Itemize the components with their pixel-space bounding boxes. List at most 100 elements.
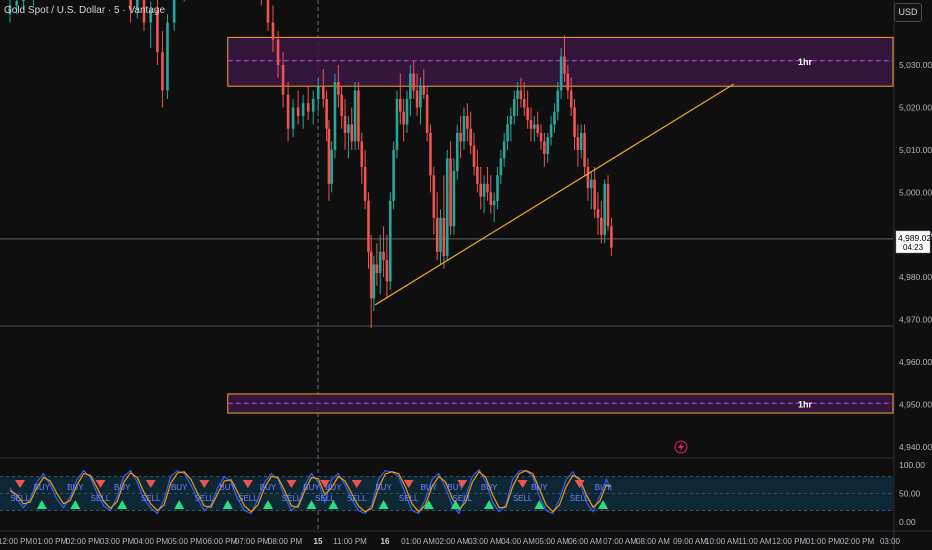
buy-signal-label: BUY bbox=[481, 483, 498, 492]
candle-body bbox=[606, 183, 610, 227]
candle-body bbox=[22, 0, 25, 2]
buy-signal-label: BUY bbox=[303, 483, 320, 492]
sell-signal-label: SELL bbox=[91, 494, 111, 503]
time-tick-label: 02:00 AM bbox=[435, 537, 469, 546]
candle-body bbox=[367, 200, 370, 252]
time-tick-label: 02:00 PM bbox=[66, 537, 101, 546]
candle-body bbox=[435, 217, 439, 252]
candle-body bbox=[330, 149, 333, 184]
buy-signal-label: BUY bbox=[34, 483, 51, 492]
candle-body bbox=[343, 115, 347, 133]
buy-signal-label: BUY bbox=[325, 483, 342, 492]
candle-body bbox=[382, 251, 385, 261]
candle-body bbox=[266, 0, 270, 23]
zone-label: 1hr bbox=[798, 399, 813, 409]
candle-body bbox=[539, 132, 543, 142]
candle-body bbox=[405, 98, 409, 125]
candle-body bbox=[360, 141, 364, 167]
candle-body bbox=[327, 128, 331, 184]
sell-signal-label: SELL bbox=[570, 494, 590, 503]
buy-signal-label: BUY bbox=[531, 483, 548, 492]
candle-body bbox=[529, 120, 533, 129]
candle-body bbox=[432, 175, 436, 218]
candle-body bbox=[559, 56, 563, 91]
chart-stage[interactable]: 1hr 1hr 5,030.00 5,020.00 5,010.00 5,000.00 4,… bbox=[0, 0, 932, 550]
candle-body bbox=[369, 251, 373, 299]
time-tick-label: 06:00 AM bbox=[568, 537, 602, 546]
candle-body bbox=[340, 94, 343, 116]
candle-body bbox=[372, 264, 376, 299]
buy-signal-label: BUY bbox=[595, 483, 612, 492]
price-tick-label: 4,980.00 bbox=[899, 272, 932, 282]
candle-body bbox=[375, 264, 379, 273]
candle-body bbox=[161, 52, 164, 91]
currency-selector[interactable]: USD bbox=[894, 3, 922, 22]
sell-signal-label: SELL bbox=[513, 494, 533, 503]
candle-body bbox=[281, 65, 285, 95]
price-tick-label: 5,000.00 bbox=[899, 187, 932, 197]
time-tick-label: 06:00 PM bbox=[203, 537, 238, 546]
candle-body bbox=[392, 149, 395, 201]
candle-body bbox=[388, 200, 392, 282]
price-tick-label: 5,020.00 bbox=[899, 102, 932, 112]
candle-body bbox=[316, 86, 320, 99]
candle-body bbox=[445, 158, 449, 256]
sell-signal-label: SELL bbox=[10, 494, 30, 503]
candle-body bbox=[455, 132, 459, 172]
candle-body bbox=[479, 183, 483, 197]
time-tick-label: 02:00 PM bbox=[840, 537, 875, 546]
candle-body bbox=[378, 251, 382, 273]
candle-body bbox=[415, 90, 419, 108]
candle-body bbox=[499, 158, 503, 176]
sell-signal-label: SELL bbox=[399, 494, 419, 503]
candle-body bbox=[422, 86, 426, 95]
candle-body bbox=[466, 115, 469, 129]
candle-body bbox=[409, 73, 412, 99]
candle-body bbox=[536, 124, 539, 133]
time-tick-label: 09:00 AM bbox=[673, 537, 707, 546]
candle-body bbox=[166, 22, 169, 91]
time-tick-label: 07:00 PM bbox=[235, 537, 270, 546]
candle-body bbox=[543, 141, 546, 155]
time-tick-label: 03:00 AM bbox=[468, 537, 502, 546]
candle-body bbox=[573, 107, 576, 138]
candle-body bbox=[412, 73, 416, 91]
buy-signal-label: BUY bbox=[67, 483, 84, 492]
sell-signal-label: SELL bbox=[347, 494, 367, 503]
candle-body bbox=[512, 98, 516, 116]
candle-body bbox=[519, 90, 523, 99]
buy-signal-label: BUY bbox=[260, 483, 277, 492]
candle-body bbox=[472, 145, 476, 167]
candle-body bbox=[516, 90, 519, 99]
candle-body bbox=[610, 226, 613, 248]
buy-signal-label: BUY bbox=[375, 483, 392, 492]
price-tick-label: 4,960.00 bbox=[899, 357, 932, 367]
candle-body bbox=[347, 124, 350, 133]
candle-body bbox=[563, 56, 566, 74]
candle-body bbox=[482, 183, 486, 197]
candle-body bbox=[353, 90, 357, 142]
buy-signal-label: BUY bbox=[114, 483, 131, 492]
trading-chart[interactable]: 1hr 1hr 5,030.00 5,020.00 5,010.00 5,000.00 4,… bbox=[0, 0, 932, 550]
oscillator-tick-label: 0.00 bbox=[899, 517, 916, 527]
candle-body bbox=[556, 90, 560, 112]
time-tick-label: 08:00 AM bbox=[636, 537, 670, 546]
candle-body bbox=[566, 73, 570, 91]
candle-body bbox=[156, 9, 159, 53]
candle-body bbox=[452, 171, 456, 227]
time-tick-label: 15 bbox=[314, 537, 323, 546]
time-tick-label: 03:00 PM bbox=[100, 537, 135, 546]
candle-body bbox=[449, 158, 452, 227]
candle-body bbox=[489, 192, 493, 206]
sell-signal-label: SELL bbox=[195, 494, 215, 503]
candle-body bbox=[522, 98, 526, 108]
time-tick-label: 16 bbox=[381, 537, 390, 546]
candle-body bbox=[321, 86, 325, 99]
time-tick-label: 03:00 bbox=[880, 537, 901, 546]
candle-body bbox=[502, 141, 506, 159]
bar-countdown: 04:23 bbox=[903, 243, 924, 252]
time-tick-label: 12:00 PM bbox=[772, 537, 807, 546]
time-tick-label: 01:00 PM bbox=[806, 537, 841, 546]
sell-signal-label: SELL bbox=[315, 494, 335, 503]
candle-body bbox=[442, 217, 446, 256]
